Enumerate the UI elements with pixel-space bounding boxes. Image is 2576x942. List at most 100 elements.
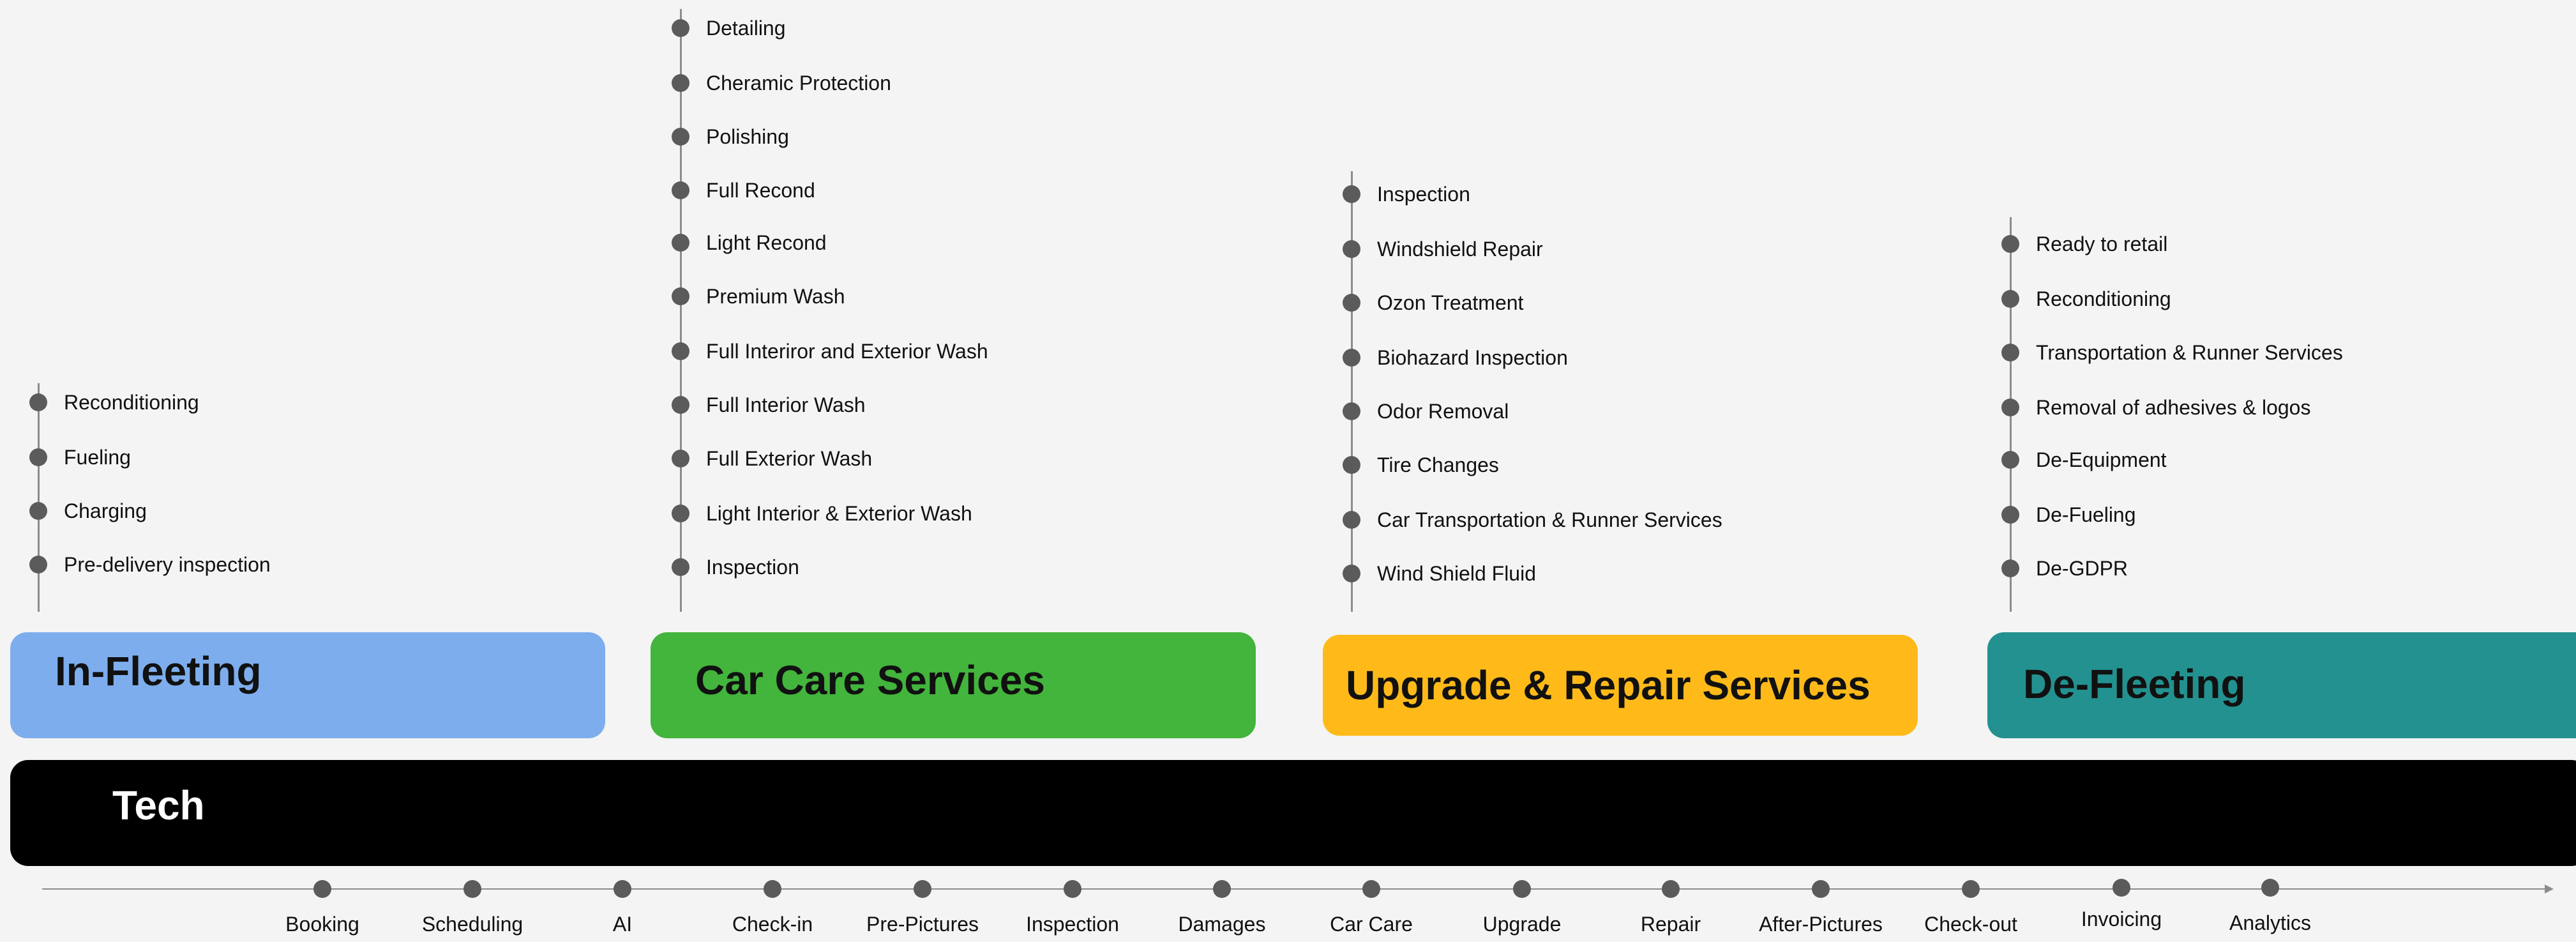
de-fleeting-item-label: De-GDPR [2036, 557, 2128, 580]
in-fleeting-list-item: Reconditioning [29, 390, 677, 415]
car-care-item-label: Polishing [706, 125, 789, 148]
bullet-dot-icon [672, 74, 689, 92]
de-fleeting-list-item: De-Fueling [2001, 502, 2576, 528]
car-care-list-item: Inspection [672, 554, 1319, 580]
bullet-dot-icon [2001, 399, 2019, 416]
car-care-list-item: Light Recond [672, 230, 1319, 255]
in-fleeting-connector-line [38, 383, 40, 612]
bullet-dot-icon [2001, 235, 2019, 253]
de-fleeting-category-box: De-Fleeting [1987, 632, 2576, 738]
de-fleeting-list-item: Reconditioning [2001, 286, 2576, 312]
in-fleeting-item-label: Pre-delivery inspection [64, 553, 271, 576]
car-care-item-label: Full Exterior Wash [706, 447, 873, 470]
car-care-item-label: Light Interior & Exterior Wash [706, 502, 972, 525]
bullet-dot-icon [29, 556, 47, 574]
in-fleeting-category-box: In-Fleeting [10, 632, 605, 738]
upgrade-repair-list-item: Inspection [1343, 181, 1990, 207]
car-care-item-label: Detailing [706, 17, 786, 40]
de-fleeting-list-item: Transportation & Runner Services [2001, 340, 2576, 365]
in-fleeting-item-label: Charging [64, 499, 147, 522]
bullet-dot-icon [1343, 349, 1360, 367]
bullet-dot-icon [2001, 344, 2019, 361]
timeline-dot-icon [2261, 879, 2279, 897]
bullet-dot-icon [2001, 506, 2019, 524]
upgrade-repair-item-label: Tire Changes [1377, 453, 1499, 476]
car-care-item-label: Full Interiror and Exterior Wash [706, 340, 988, 363]
de-fleeting-item-label: De-Equipment [2036, 448, 2167, 471]
bullet-dot-icon [672, 342, 689, 360]
bullet-dot-icon [29, 448, 47, 466]
car-care-list-item: Full Interiror and Exterior Wash [672, 338, 1319, 364]
tech-bar: Tech [10, 760, 2576, 866]
upgrade-repair-list-item: Car Transportation & Runner Services [1343, 507, 1990, 533]
upgrade-repair-item-label: Windshield Repair [1377, 238, 1543, 261]
timeline-dot-icon [764, 880, 781, 898]
timeline-dot-icon [1362, 880, 1380, 898]
upgrade-repair-list-item: Biohazard Inspection [1343, 345, 1990, 370]
de-fleeting-item-label: De-Fueling [2036, 503, 2136, 526]
bullet-dot-icon [1343, 240, 1360, 258]
bullet-dot-icon [2001, 559, 2019, 577]
bullet-dot-icon [1343, 511, 1360, 529]
upgrade-repair-title: Upgrade & Repair Services [1346, 662, 1871, 708]
bullet-dot-icon [1343, 456, 1360, 474]
car-care-list-item: Full Recond [672, 178, 1319, 203]
upgrade-repair-list-item: Tire Changes [1343, 452, 1990, 478]
bullet-dot-icon [29, 393, 47, 411]
de-fleeting-list-item: Ready to retail [2001, 231, 2576, 257]
tech-title: Tech [112, 782, 205, 828]
de-fleeting-item-label: Reconditioning [2036, 287, 2171, 310]
bullet-dot-icon [1343, 294, 1360, 312]
bullet-dot-icon [1343, 402, 1360, 420]
car-care-item-label: Light Recond [706, 231, 827, 254]
de-fleeting-item-label: Removal of adhesives & logos [2036, 396, 2311, 419]
in-fleeting-item-label: Fueling [64, 446, 131, 469]
in-fleeting-list-item: Charging [29, 498, 677, 524]
upgrade-repair-item-label: Odor Removal [1377, 400, 1509, 423]
upgrade-repair-item-label: Wind Shield Fluid [1377, 562, 1536, 585]
timeline-dot-icon [463, 880, 481, 898]
timeline-dot-icon [1213, 880, 1231, 898]
upgrade-repair-item-label: Inspection [1377, 183, 1470, 206]
timeline-step-label: Analytics [2229, 911, 2312, 934]
bullet-dot-icon [672, 396, 689, 414]
upgrade-repair-item-label: Biohazard Inspection [1377, 346, 1568, 369]
car-care-list-item: Cheramic Protection [672, 70, 1319, 96]
bullet-dot-icon [1343, 185, 1360, 203]
car-care-item-label: Inspection [706, 556, 799, 579]
timeline-dot-icon [1812, 880, 1830, 898]
timeline-dot-icon [2113, 879, 2130, 897]
car-care-list-item: Detailing [672, 15, 1319, 41]
bullet-dot-icon [672, 287, 689, 305]
de-fleeting-list-item: De-Equipment [2001, 447, 2576, 473]
de-fleeting-title: De-Fleeting [2023, 661, 2246, 707]
bullet-dot-icon [672, 558, 689, 576]
in-fleeting-item-label: Reconditioning [64, 391, 199, 414]
process-diagram: Reconditioning Fueling Charging Pre-deliver… [0, 0, 2576, 942]
timeline-axis [42, 888, 2551, 890]
car-care-list-item: Premium Wash [672, 284, 1319, 309]
timeline-arrow-icon [2545, 885, 2554, 893]
in-fleeting-title: In-Fleeting [55, 648, 262, 694]
upgrade-repair-item-label: Ozon Treatment [1377, 291, 1524, 314]
timeline-dot-icon [614, 880, 631, 898]
de-fleeting-item-label: Ready to retail [2036, 232, 2168, 255]
upgrade-repair-list-item: Windshield Repair [1343, 236, 1990, 262]
upgrade-repair-list-item: Odor Removal [1343, 399, 1990, 424]
in-fleeting-list-item: Pre-delivery inspection [29, 552, 677, 577]
de-fleeting-item-label: Transportation & Runner Services [2036, 341, 2343, 364]
car-care-item-label: Full Recond [706, 179, 815, 202]
car-care-list-item: Full Interior Wash [672, 392, 1319, 418]
upgrade-repair-item-label: Car Transportation & Runner Services [1377, 508, 1722, 531]
upgrade-repair-category-box: Upgrade & Repair Services [1323, 635, 1918, 736]
bullet-dot-icon [672, 505, 689, 522]
car-care-category-box: Car Care Services [651, 632, 1256, 738]
upgrade-repair-list-item: Wind Shield Fluid [1343, 561, 1990, 586]
bullet-dot-icon [29, 502, 47, 520]
timeline-dot-icon [1513, 880, 1531, 898]
bullet-dot-icon [2001, 451, 2019, 469]
upgrade-repair-list-item: Ozon Treatment [1343, 290, 1990, 315]
de-fleeting-list-item: De-GDPR [2001, 556, 2576, 581]
timeline-dot-icon [1064, 880, 1081, 898]
timeline-dot-icon [1962, 880, 1980, 898]
